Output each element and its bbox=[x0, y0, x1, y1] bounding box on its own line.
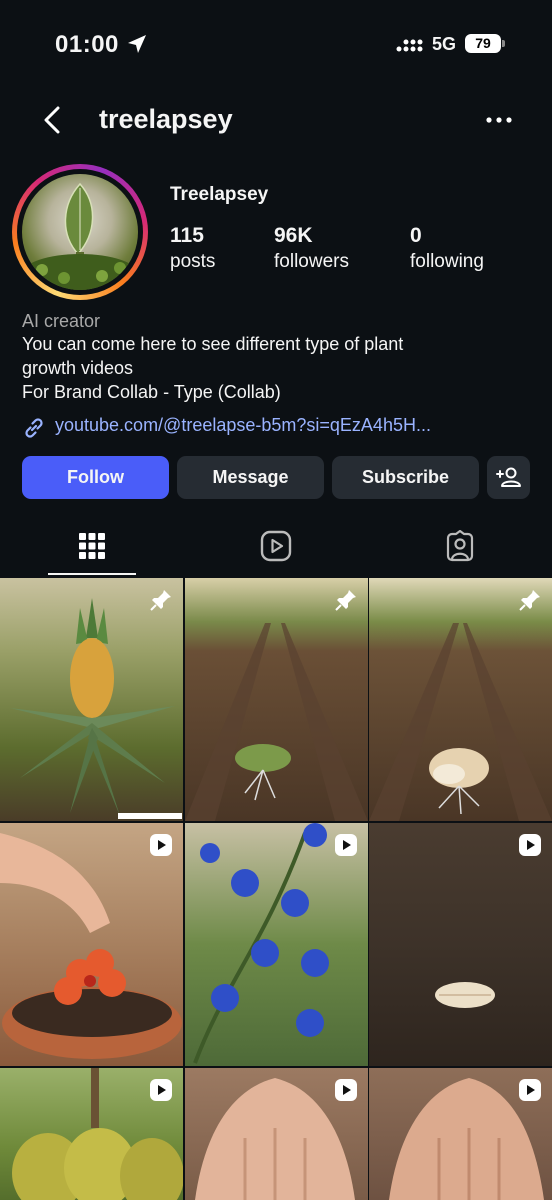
message-button[interactable]: Message bbox=[177, 456, 324, 499]
grid-post[interactable] bbox=[185, 1068, 368, 1200]
grid-post[interactable] bbox=[185, 578, 368, 821]
battery-indicator: 79 bbox=[465, 34, 501, 53]
profile-username: treelapsey bbox=[99, 104, 233, 134]
profile-bio: AI creator You can come here to see diff… bbox=[22, 310, 522, 404]
posts-count: 115 bbox=[170, 224, 204, 247]
pin-icon bbox=[150, 590, 171, 611]
story-ring[interactable] bbox=[12, 164, 148, 300]
cracked-seed-thumbnail bbox=[369, 623, 552, 821]
reel-icon bbox=[150, 1079, 172, 1101]
grid-icon[interactable] bbox=[78, 530, 106, 562]
stat-following[interactable]: 0 following bbox=[410, 224, 484, 273]
link-icon bbox=[25, 418, 43, 438]
status-bar: 01:00 5G 79 bbox=[0, 0, 552, 90]
more-options-icon[interactable] bbox=[486, 116, 512, 124]
profile-display-name: Treelapsey bbox=[170, 184, 269, 205]
grid-post[interactable] bbox=[369, 1068, 552, 1200]
reel-icon bbox=[519, 834, 541, 856]
suggested-users-button[interactable] bbox=[487, 456, 530, 499]
posts-label: posts bbox=[170, 251, 216, 272]
location-arrow-icon bbox=[128, 35, 146, 53]
stat-posts[interactable]: 115 posts bbox=[170, 224, 215, 273]
grid-post[interactable] bbox=[185, 823, 368, 1066]
grid-post[interactable] bbox=[0, 578, 183, 821]
grid-post[interactable] bbox=[0, 823, 183, 1066]
avatar-plant-image bbox=[22, 182, 138, 290]
stat-followers[interactable]: 96K followers bbox=[274, 224, 349, 273]
reel-icon bbox=[335, 834, 357, 856]
bio-line: growth videos bbox=[22, 358, 134, 378]
grid-post[interactable] bbox=[369, 578, 552, 821]
reels-icon[interactable] bbox=[260, 530, 292, 562]
profile-link-text[interactable]: youtube.com/@treelapse-b5m?si=qEzA4h5H..… bbox=[55, 415, 431, 436]
followers-label: followers bbox=[274, 251, 349, 272]
status-time: 01:00 bbox=[55, 31, 119, 58]
video-progress-bar bbox=[118, 813, 182, 819]
butterfly-pea-thumbnail bbox=[193, 823, 329, 1064]
pin-icon bbox=[519, 590, 540, 611]
network-type: 5G bbox=[432, 34, 457, 54]
seedling-thumbnail bbox=[185, 623, 368, 821]
subscribe-button[interactable]: Subscribe bbox=[332, 456, 479, 499]
following-label: following bbox=[410, 251, 484, 272]
pin-icon bbox=[335, 590, 356, 611]
signal-icon bbox=[396, 39, 423, 52]
followers-count: 96K bbox=[274, 224, 313, 247]
following-count: 0 bbox=[410, 224, 422, 247]
reel-icon bbox=[335, 1079, 357, 1101]
bio-line: For Brand Collab - Type (Collab) bbox=[22, 382, 281, 402]
tagged-icon[interactable] bbox=[444, 530, 476, 562]
profile-category: AI creator bbox=[22, 311, 101, 331]
pineapple-thumbnail bbox=[10, 598, 175, 816]
follow-button[interactable]: Follow bbox=[22, 456, 169, 499]
active-tab-indicator bbox=[48, 573, 136, 575]
reel-icon bbox=[150, 834, 172, 856]
grid-post[interactable] bbox=[369, 823, 552, 1066]
reel-icon bbox=[519, 1079, 541, 1101]
profile-tabs bbox=[0, 520, 552, 576]
add-person-icon bbox=[496, 467, 521, 487]
seed-on-soil-thumbnail bbox=[435, 982, 495, 1008]
grid-post[interactable] bbox=[0, 1068, 183, 1200]
back-chevron-icon[interactable] bbox=[38, 104, 66, 136]
bio-line: You can come here to see different type … bbox=[22, 334, 404, 354]
avatar bbox=[22, 174, 138, 290]
avatar-frame bbox=[17, 169, 143, 295]
hibiscus-thumbnail bbox=[0, 833, 182, 1059]
battery-tip bbox=[502, 40, 505, 47]
profile-header: treelapsey bbox=[0, 92, 552, 148]
